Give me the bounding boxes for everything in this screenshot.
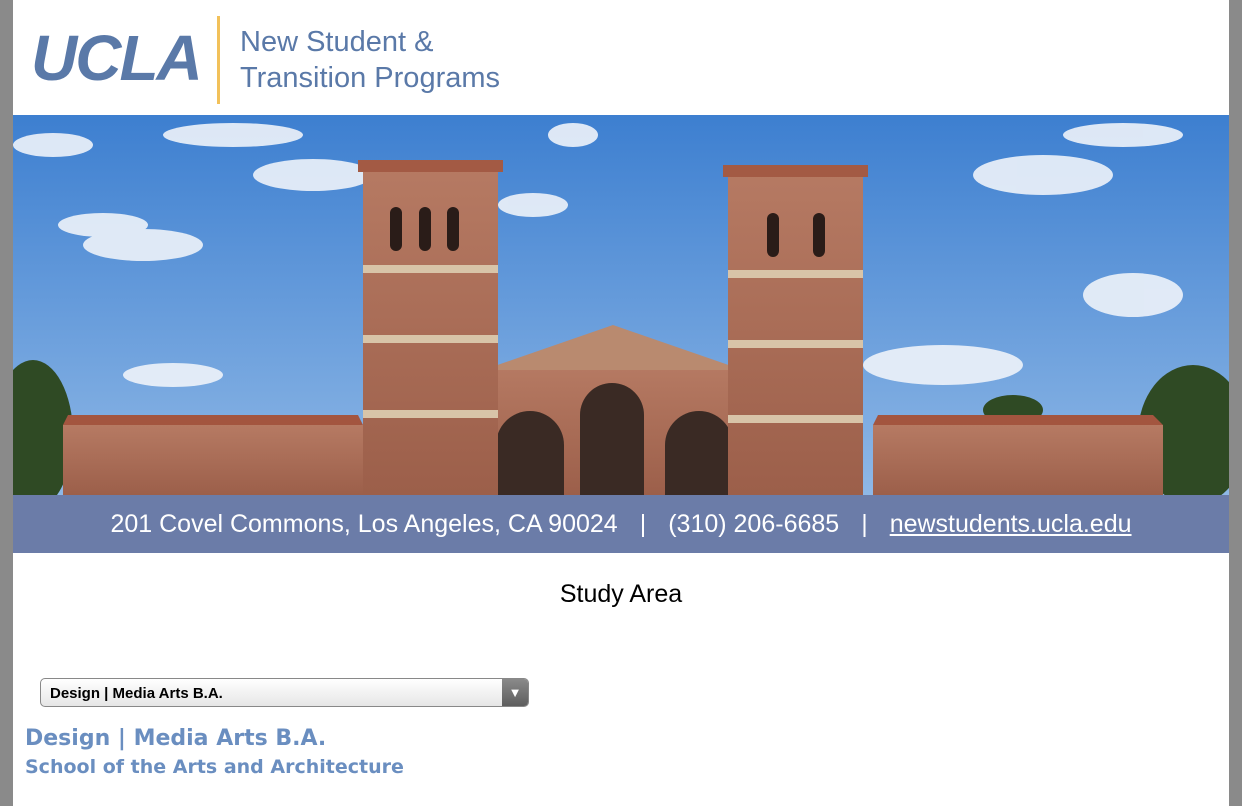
royce-hall-photo <box>13 115 1229 495</box>
school-title: School of the Arts and Architecture <box>25 756 404 778</box>
program-name-line1: New Student & <box>240 26 434 58</box>
study-area-select[interactable]: Design | Media Arts B.A. ▼ <box>40 678 529 707</box>
phone-text: (310) 206-6685 <box>668 509 840 538</box>
chevron-down-icon[interactable]: ▼ <box>502 679 528 706</box>
website-link[interactable]: newstudents.ucla.edu <box>890 510 1132 539</box>
contact-bar: 201 Covel Commons, Los Angeles, CA 90024… <box>13 495 1229 553</box>
address-text: 201 Covel Commons, Los Angeles, CA 90024 <box>110 509 618 538</box>
major-title: Design | Media Arts B.A. <box>25 726 327 751</box>
logo-divider <box>217 16 220 104</box>
site-header: UCLA New Student & Transition Programs <box>13 0 1229 115</box>
page: UCLA New Student & Transition Programs 2… <box>13 0 1229 806</box>
section-title: Study Area <box>559 580 683 608</box>
select-value: Design | Media Arts B.A. <box>50 685 223 702</box>
ucla-logo[interactable]: UCLA <box>31 18 203 98</box>
program-name-line2: Transition Programs <box>240 62 501 94</box>
separator: | <box>861 509 868 538</box>
hero-image <box>13 115 1229 495</box>
program-name: New Student & Transition Programs <box>240 24 500 96</box>
separator: | <box>639 509 647 538</box>
